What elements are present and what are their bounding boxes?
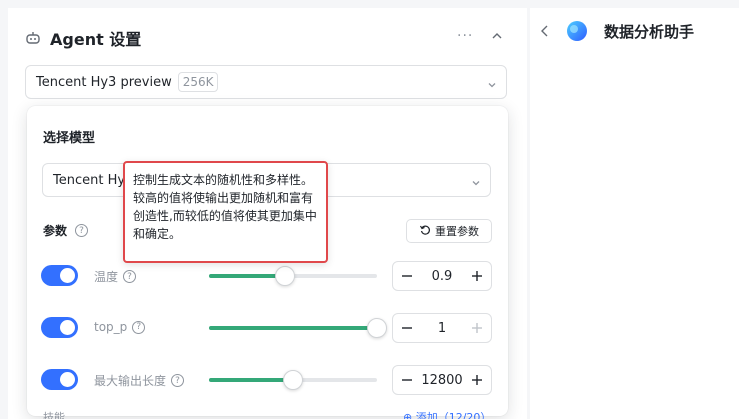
context-badge: 256K	[177, 72, 219, 92]
plus-icon[interactable]	[463, 262, 491, 290]
param-row-top-p: top_p ? 1	[27, 313, 508, 343]
reset-icon	[419, 224, 431, 239]
robot-icon	[24, 29, 42, 47]
popover-model-name: Tencent Hy3	[53, 172, 134, 188]
slider-thumb[interactable]	[283, 370, 303, 390]
skills-row: 技能 ⊕ 添加（12/20）	[43, 409, 503, 419]
param-name-top-p: top_p ?	[94, 320, 146, 334]
model-name: Tencent Hy3 preview	[36, 74, 172, 90]
skills-label: 技能	[43, 411, 65, 419]
max-length-stepper: 12800	[392, 365, 492, 395]
assistant-panel: 数据分析助手	[530, 8, 739, 419]
param-row-temperature: 温度 ? 0.9	[27, 261, 508, 291]
chevron-down-icon	[486, 76, 498, 88]
temperature-value[interactable]: 0.9	[421, 269, 463, 284]
chevron-down-icon	[470, 174, 482, 186]
param-name-temperature: 温度 ?	[94, 268, 137, 285]
max-length-slider[interactable]	[209, 370, 377, 390]
top-p-stepper: 1	[392, 313, 492, 343]
top-p-slider[interactable]	[209, 318, 387, 338]
model-select[interactable]: Tencent Hy3 preview 256K	[25, 65, 507, 99]
plus-icon[interactable]	[463, 314, 491, 342]
chevron-up-icon[interactable]	[490, 28, 504, 42]
slider-thumb[interactable]	[274, 266, 295, 286]
param-label: 温度	[94, 270, 119, 284]
max-length-value[interactable]: 12800	[421, 373, 463, 388]
assistant-title: 数据分析助手	[604, 23, 695, 41]
minus-icon[interactable]	[393, 314, 421, 342]
assistant-logo-icon	[565, 19, 589, 43]
minus-icon[interactable]	[393, 262, 421, 290]
top-p-toggle[interactable]	[41, 317, 78, 338]
popover-title: 选择模型	[43, 131, 96, 146]
minus-icon[interactable]	[393, 366, 421, 394]
reset-params-label: 重置参数	[435, 225, 479, 238]
temperature-toggle[interactable]	[41, 265, 78, 286]
param-row-max-length: 最大输出长度 ? 12800	[27, 365, 508, 395]
help-icon[interactable]: ?	[75, 224, 89, 237]
help-icon[interactable]: ?	[132, 320, 146, 334]
panel-title: Agent 设置	[50, 30, 142, 49]
add-skill-link[interactable]: ⊕ 添加（12/20）	[403, 409, 491, 419]
plus-icon[interactable]	[463, 366, 491, 394]
params-label: 参数 ?	[43, 222, 89, 239]
panel-header: Agent 设置	[24, 26, 141, 50]
slider-thumb[interactable]	[367, 318, 387, 338]
param-label: top_p	[94, 320, 128, 334]
param-name-max-length: 最大输出长度 ?	[94, 372, 185, 389]
temperature-slider[interactable]	[209, 266, 377, 286]
top-p-value[interactable]: 1	[421, 321, 463, 336]
max-length-toggle[interactable]	[41, 369, 78, 390]
reset-params-button[interactable]: 重置参数	[406, 219, 492, 243]
chevron-left-icon[interactable]	[539, 23, 551, 37]
more-options-button[interactable]: ···	[457, 28, 473, 44]
temperature-tooltip: 控制生成文本的随机性和多样性。较高的值将使输出更加随机和富有创造性,而较低的值将…	[123, 161, 328, 263]
params-label-text: 参数	[43, 224, 68, 238]
temperature-stepper: 0.9	[392, 261, 492, 291]
help-icon[interactable]: ?	[171, 374, 185, 387]
param-label: 最大输出长度	[94, 374, 167, 388]
help-icon[interactable]: ?	[123, 270, 137, 283]
